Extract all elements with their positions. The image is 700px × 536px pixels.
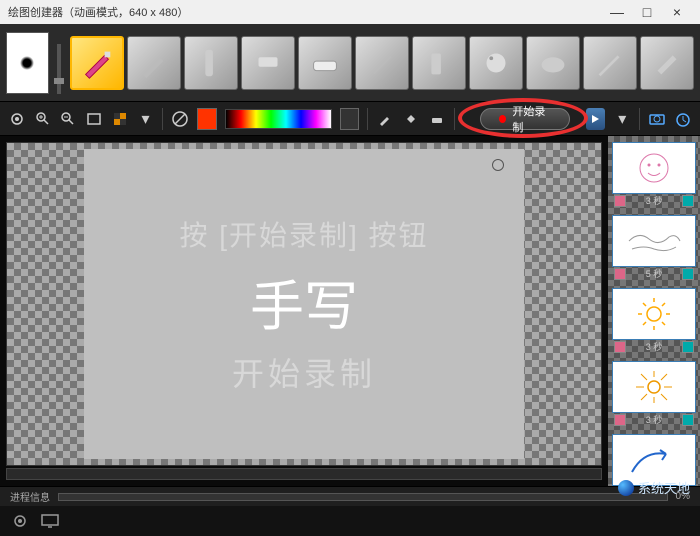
frame-duration: 5 秒 (646, 267, 663, 280)
frame-duration: 3 秒 (646, 194, 663, 207)
no-fill-icon[interactable] (171, 109, 189, 129)
badge-icon (614, 195, 626, 207)
brush-pen[interactable] (355, 36, 409, 90)
maximize-button[interactable]: □ (632, 4, 662, 20)
options-toolbar: ▾ 开始录制 ▾ (0, 102, 700, 136)
brush-pencil2[interactable] (583, 36, 637, 90)
camera-icon[interactable] (648, 109, 666, 129)
drawing-canvas[interactable]: 按 [开始录制] 按钮 手写 开始录制 (84, 149, 524, 459)
monitor-icon[interactable] (40, 511, 60, 531)
record-label: 开始录制 (512, 103, 550, 135)
zoom-in-icon[interactable] (34, 109, 52, 129)
frames-panel[interactable]: 3 秒 5 秒 3 秒 3 秒 3 秒 (608, 136, 700, 486)
eyedropper-icon[interactable] (376, 109, 394, 129)
frame-thumb[interactable]: 3 秒 (612, 142, 696, 209)
brush-pencil[interactable] (70, 36, 124, 90)
brush-spray[interactable] (469, 36, 523, 90)
brush-highlighter[interactable] (412, 36, 466, 90)
timer-icon[interactable] (674, 109, 692, 129)
horizontal-scrollbar[interactable] (6, 468, 602, 480)
record-button[interactable]: 开始录制 (480, 108, 569, 130)
hint-text-3: 开始录制 (232, 349, 376, 395)
progress-bar (58, 493, 668, 501)
background-icon[interactable] (111, 109, 129, 129)
zoom-out-icon[interactable] (59, 109, 77, 129)
brush-preview (6, 32, 49, 94)
foreground-color[interactable] (197, 108, 217, 130)
cursor-icon (492, 159, 504, 171)
brush-watercolor[interactable] (526, 36, 580, 90)
work-area: 按 [开始录制] 按钮 手写 开始录制 3 秒 5 秒 3 秒 3 秒 3 秒 (0, 136, 700, 486)
badge-icon (614, 414, 626, 426)
settings-gear-icon[interactable] (10, 511, 30, 531)
badge-icon (682, 414, 694, 426)
progress-label: 进程信息 (10, 489, 50, 504)
hint-text-1: 按 [开始录制] 按钮 (179, 214, 428, 254)
frame-thumb[interactable]: 3 秒 (612, 288, 696, 355)
frame-thumb[interactable]: 3 秒 (612, 434, 696, 486)
title-bar: 绘图创建器（动画模式，640 x 480） — □ × (0, 0, 700, 24)
frame-duration: 3 秒 (646, 340, 663, 353)
record-dot-icon (499, 115, 506, 123)
bucket-icon[interactable] (402, 109, 420, 129)
brush-airbrush[interactable] (640, 36, 694, 90)
badge-icon (682, 268, 694, 280)
badge-icon (614, 268, 626, 280)
color-spectrum[interactable] (225, 109, 332, 129)
color-block[interactable] (340, 108, 360, 130)
progress-percent: 0% (676, 491, 690, 502)
badge-icon (614, 341, 626, 353)
brush-chalk[interactable] (241, 36, 295, 90)
brush-size-slider[interactable] (53, 32, 67, 94)
frame-thumb[interactable]: 3 秒 (612, 361, 696, 428)
bottom-toolbar (0, 506, 700, 536)
fitscreen-icon[interactable] (85, 109, 103, 129)
chevron-down-icon[interactable]: ▾ (137, 109, 155, 129)
chevron-down-icon[interactable]: ▾ (613, 109, 631, 129)
brush-crayon[interactable] (127, 36, 181, 90)
settings-icon[interactable] (8, 109, 26, 129)
hint-text-2: 手写 (250, 262, 358, 341)
badge-icon (682, 195, 694, 207)
badge-icon (682, 341, 694, 353)
frame-duration: 3 秒 (646, 413, 663, 426)
window-title: 绘图创建器（动画模式，640 x 480） (8, 4, 188, 20)
brush-toolbar (0, 24, 700, 102)
brush-marker[interactable] (184, 36, 238, 90)
eraser-icon[interactable] (428, 109, 446, 129)
minimize-button[interactable]: — (602, 4, 632, 20)
frame-thumb[interactable]: 5 秒 (612, 215, 696, 282)
close-button[interactable]: × (662, 4, 692, 20)
play-button[interactable] (586, 108, 606, 130)
progress-bar-row: 进程信息 0% (0, 486, 700, 506)
canvas-viewport[interactable]: 按 [开始录制] 按钮 手写 开始录制 (6, 142, 602, 466)
brush-eraser[interactable] (298, 36, 352, 90)
